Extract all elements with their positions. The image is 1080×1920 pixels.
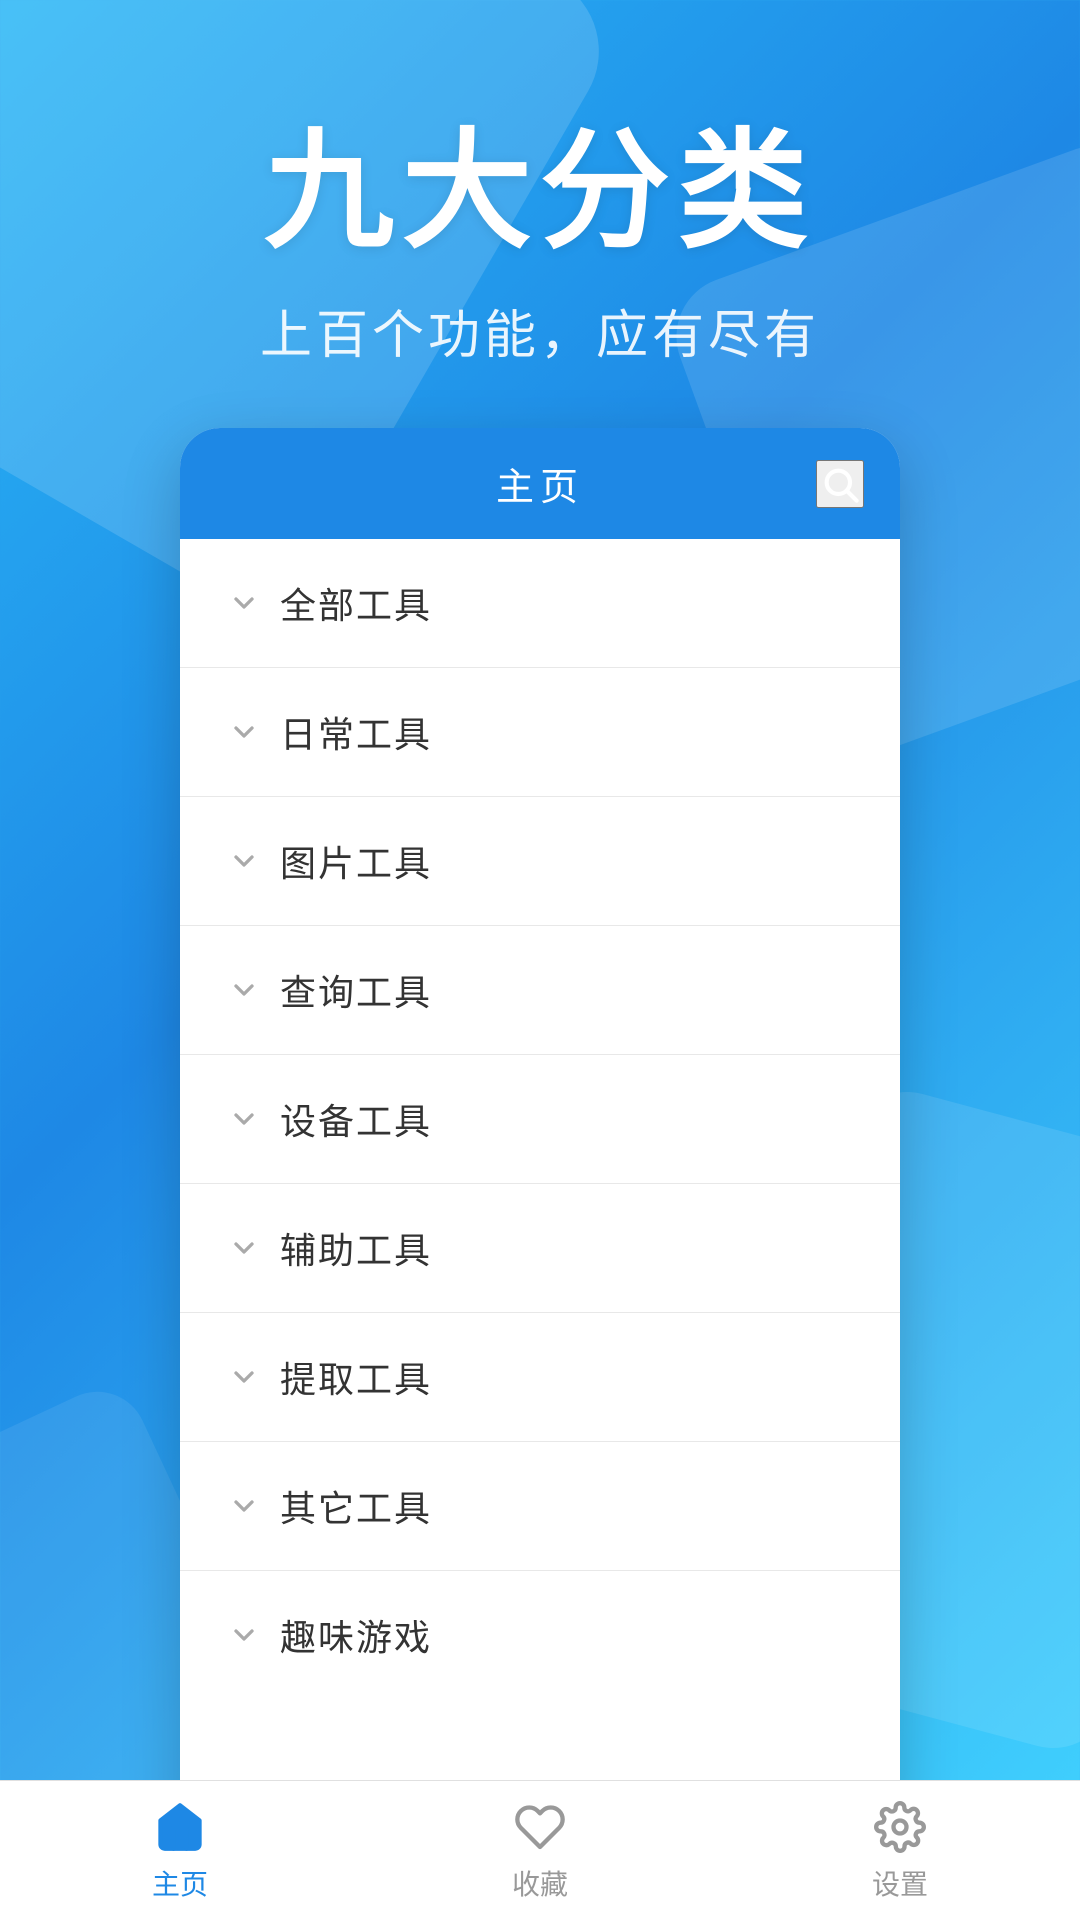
menu-item-label: 提取工具 [280,1351,432,1403]
home-icon [154,1801,206,1853]
menu-item-fun-games[interactable]: 趣味游戏 [180,1571,900,1699]
chevron-down-icon [228,1619,260,1651]
search-icon [820,464,860,504]
menu-item-label: 其它工具 [280,1480,432,1532]
chevron-down-icon [228,1490,260,1522]
sub-title: 上百个功能，应有尽有 [260,293,820,368]
chevron-down-icon [228,974,260,1006]
chevron-down-icon [228,587,260,619]
menu-item-other-tools[interactable]: 其它工具 [180,1442,900,1571]
tab-icon-home [152,1799,208,1855]
menu-item-query-tools[interactable]: 查询工具 [180,926,900,1055]
menu-item-daily-tools[interactable]: 日常工具 [180,668,900,797]
menu-item-all-tools[interactable]: 全部工具 [180,539,900,668]
menu-item-label: 趣味游戏 [280,1609,432,1661]
menu-list: 全部工具 日常工具 图片工具 查询工具 设备工具 辅助工具 [180,539,900,1920]
main-card: 主页 全部工具 日常工具 图片工具 [180,428,900,1920]
menu-item-extract-tools[interactable]: 提取工具 [180,1313,900,1442]
menu-item-label: 设备工具 [280,1093,432,1145]
tab-settings[interactable]: 设置 [800,1799,1000,1903]
chevron-down-icon [228,1103,260,1135]
tab-icon-favorites [512,1799,568,1855]
chevron-down-icon [228,716,260,748]
search-button[interactable] [816,460,864,508]
tab-label-home: 主页 [152,1863,208,1903]
menu-item-label: 图片工具 [280,835,432,887]
menu-item-assist-tools[interactable]: 辅助工具 [180,1184,900,1313]
menu-item-label: 全部工具 [280,577,432,629]
menu-item-image-tools[interactable]: 图片工具 [180,797,900,926]
settings-icon [874,1801,926,1853]
tab-icon-settings [872,1799,928,1855]
card-title: 主页 [496,456,584,511]
menu-item-label: 日常工具 [280,706,432,758]
tab-label-settings: 设置 [872,1863,928,1903]
header-area: 九大分类 上百个功能，应有尽有 [0,0,1080,428]
heart-icon [514,1801,566,1853]
menu-item-device-tools[interactable]: 设备工具 [180,1055,900,1184]
chevron-down-icon [228,1361,260,1393]
main-title: 九大分类 [264,120,816,263]
tab-bar: 主页 收藏 设置 [0,1780,1080,1920]
tab-favorites[interactable]: 收藏 [440,1799,640,1903]
chevron-down-icon [228,845,260,877]
card-header: 主页 [180,428,900,539]
tab-home[interactable]: 主页 [80,1799,280,1903]
menu-item-label: 查询工具 [280,964,432,1016]
chevron-down-icon [228,1232,260,1264]
tab-label-favorites: 收藏 [512,1863,568,1903]
menu-item-label: 辅助工具 [280,1222,432,1274]
